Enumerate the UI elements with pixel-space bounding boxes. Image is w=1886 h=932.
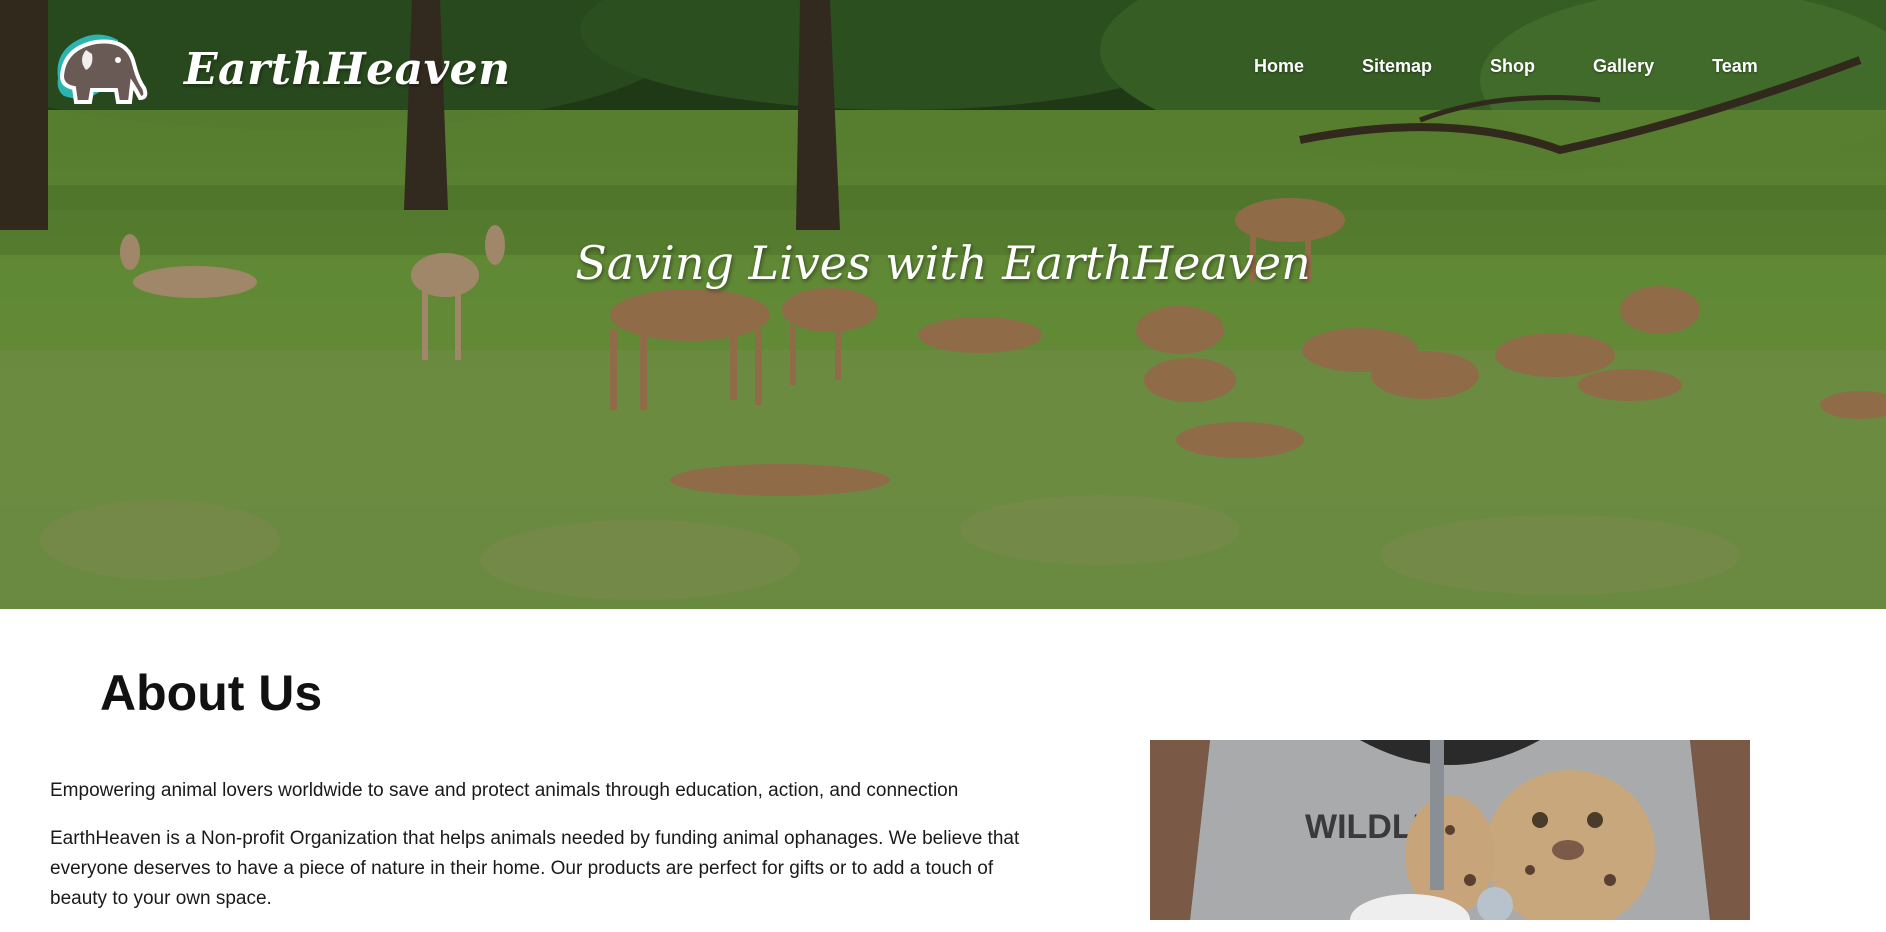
main-nav: Home Sitemap Shop Gallery Team [1238,56,1758,77]
elephant-logo-icon [57,34,148,104]
hero-section: EarthHeaven Home Sitemap Shop Gallery Te… [0,0,1886,609]
about-text: Empowering animal lovers worldwide to sa… [50,776,1050,932]
nav-home[interactable]: Home [1254,56,1304,77]
leopard-cub-photo: WILDLIFE [1150,740,1750,920]
about-body: EarthHeaven is a Non-profit Organization… [50,828,1020,909]
nav-sitemap[interactable]: Sitemap [1362,56,1432,77]
brand-name: EarthHeaven [184,43,511,95]
leopard-cub-illustration: WILDLIFE [1150,740,1750,920]
nav-shop[interactable]: Shop [1490,56,1535,77]
hero-title: Saving Lives with EarthHeaven [575,236,1311,290]
brand[interactable]: EarthHeaven [48,28,511,110]
nav-team[interactable]: Team [1712,56,1758,77]
about-heading: About Us [100,665,323,721]
about-tagline: Empowering animal lovers worldwide to sa… [50,780,959,801]
nav-gallery[interactable]: Gallery [1593,56,1654,77]
